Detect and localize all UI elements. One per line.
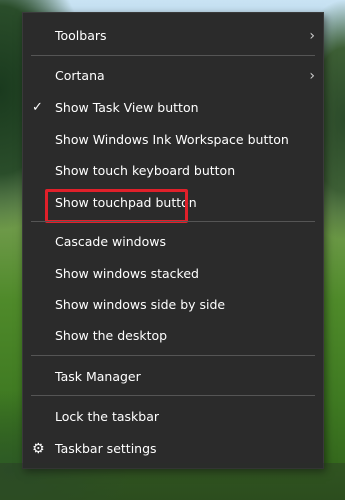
- menu-item-label: Toolbars: [55, 28, 107, 43]
- menu-item-label: Cortana: [55, 68, 105, 83]
- menu-separator: [31, 221, 315, 222]
- chevron-right-icon: ›: [309, 28, 315, 44]
- menu-item-show-windows-ink-workspace-button[interactable]: Show Windows Ink Workspace button: [23, 125, 323, 155]
- checkmark-icon: ✓: [32, 100, 43, 115]
- chevron-right-icon: ›: [309, 68, 315, 84]
- gear-icon: ⚙: [32, 441, 45, 457]
- highlight-box: [45, 189, 188, 223]
- taskbar-context-menu: Toolbars › Cortana › ✓ Show Task View bu…: [22, 12, 324, 469]
- menu-item-show-task-view-button[interactable]: ✓ Show Task View button: [23, 93, 323, 123]
- menu-item-label: Show the desktop: [55, 328, 168, 343]
- menu-item-label: Task Manager: [55, 369, 141, 384]
- menu-item-cascade-windows[interactable]: Cascade windows: [23, 227, 323, 257]
- menu-item-label: Show touch keyboard button: [55, 163, 236, 178]
- menu-separator: [31, 55, 315, 56]
- menu-item-show-touch-keyboard-button[interactable]: Show touch keyboard button: [23, 156, 323, 186]
- menu-item-label: Taskbar settings: [55, 441, 157, 456]
- menu-item-show-the-desktop[interactable]: Show the desktop: [23, 321, 323, 351]
- menu-item-show-windows-side-by-side[interactable]: Show windows side by side: [23, 290, 323, 320]
- menu-item-lock-the-taskbar[interactable]: Lock the taskbar: [23, 402, 323, 432]
- menu-item-label: Show windows stacked: [55, 266, 199, 281]
- menu-item-label: Show Windows Ink Workspace button: [55, 132, 289, 147]
- menu-item-label: Cascade windows: [55, 234, 166, 249]
- menu-item-task-manager[interactable]: Task Manager: [23, 362, 323, 392]
- menu-item-label: Show Task View button: [55, 100, 199, 115]
- taskbar[interactable]: [0, 463, 345, 500]
- menu-item-show-windows-stacked[interactable]: Show windows stacked: [23, 259, 323, 289]
- menu-item-label: Show windows side by side: [55, 297, 226, 312]
- menu-separator: [31, 355, 315, 356]
- menu-item-label: Lock the taskbar: [55, 409, 160, 424]
- menu-item-cortana[interactable]: Cortana ›: [23, 61, 323, 91]
- menu-item-taskbar-settings[interactable]: ⚙ Taskbar settings: [23, 434, 323, 464]
- menu-separator: [31, 395, 315, 396]
- menu-item-toolbars[interactable]: Toolbars ›: [23, 21, 323, 51]
